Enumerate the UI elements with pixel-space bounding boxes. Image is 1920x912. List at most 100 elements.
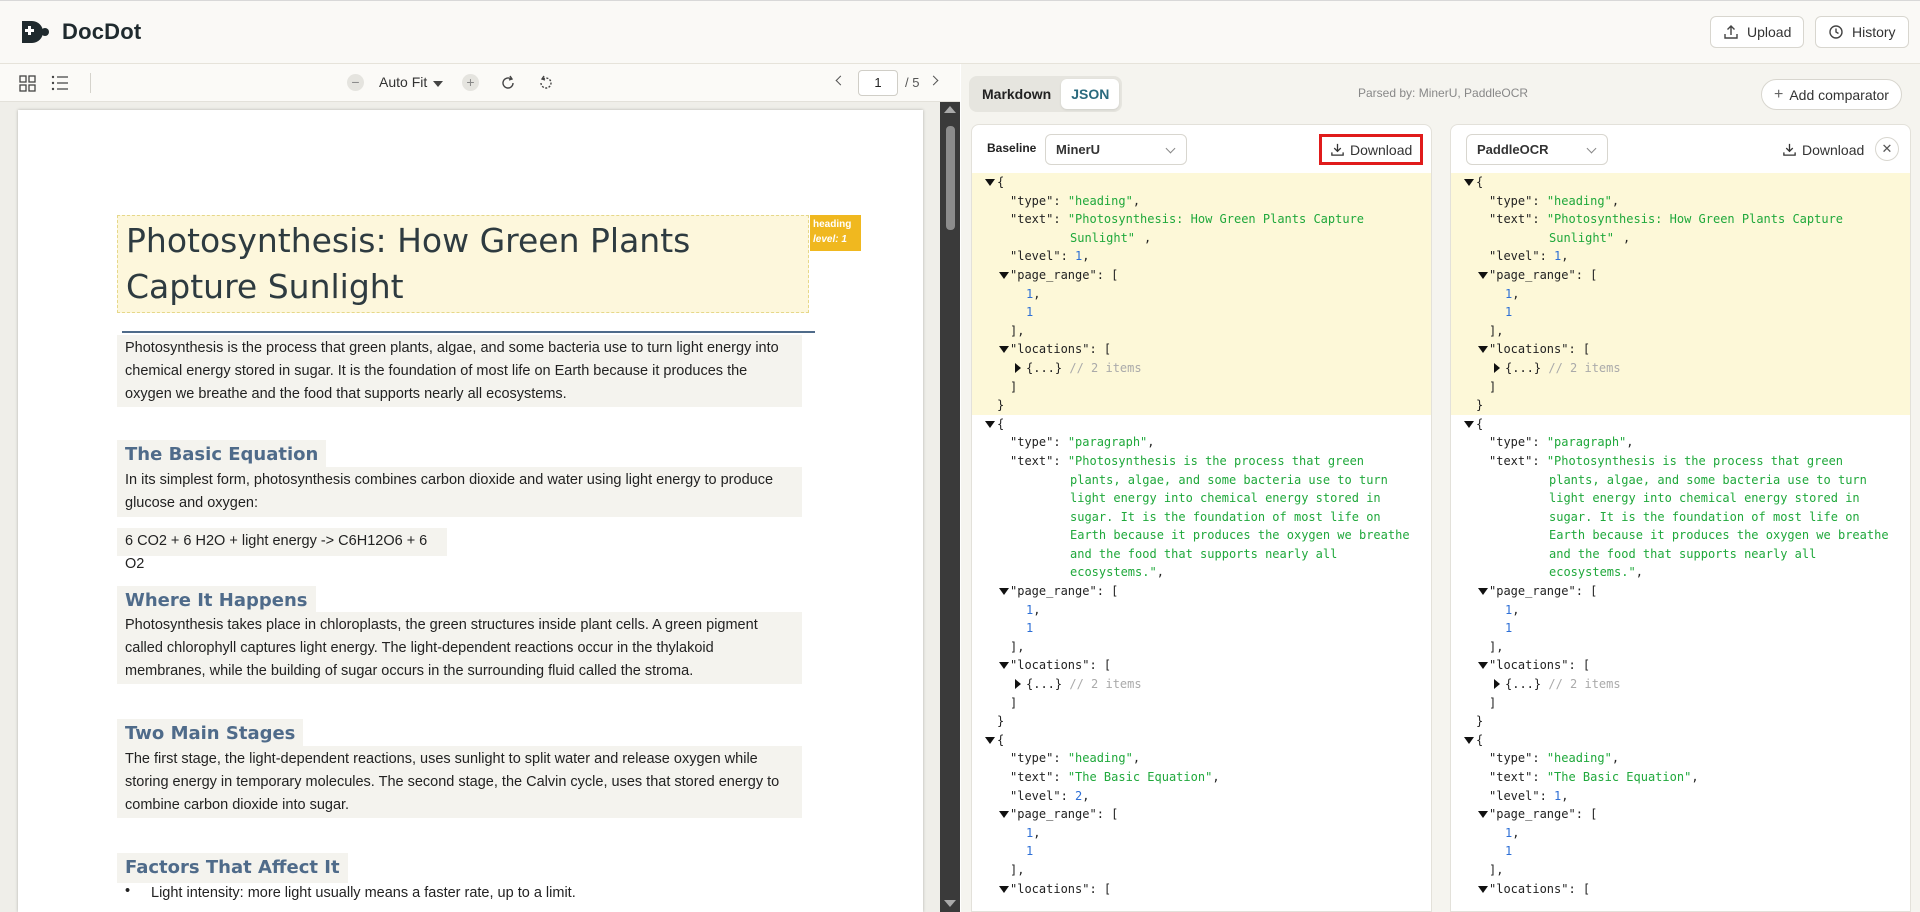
json-line: ], xyxy=(1489,862,1504,877)
json-line: ] xyxy=(1010,695,1018,710)
collapse-icon[interactable] xyxy=(999,811,1009,819)
json-line[interactable]: {...} // 2 items xyxy=(972,675,1431,694)
json-line[interactable]: "page_range": [ xyxy=(972,265,1431,285)
rotate-counterclockwise-icon[interactable] xyxy=(536,73,556,93)
json-line: ] xyxy=(972,377,1431,397)
page-total: / 5 xyxy=(905,75,920,90)
tab-markdown[interactable]: Markdown xyxy=(972,79,1061,109)
json-line: ], xyxy=(972,321,1431,341)
collapse-icon[interactable] xyxy=(999,346,1009,354)
collapse-icon[interactable] xyxy=(999,885,1009,893)
json-line[interactable]: "page_range": [ xyxy=(1451,582,1910,601)
expand-icon[interactable] xyxy=(1015,679,1021,690)
json-line[interactable]: {...} // 2 items xyxy=(1451,675,1910,694)
scrollbar-thumb[interactable] xyxy=(946,126,955,230)
json-line: Earth because it produces the oxygen we … xyxy=(1549,528,1889,543)
json-line: "level": 1, xyxy=(1451,247,1910,266)
json-line[interactable]: "page_range": [ xyxy=(972,582,1431,601)
baseline-label: Baseline xyxy=(987,141,1037,155)
equation-block[interactable]: 6 CO2 + 6 H2O + light energy -> C6H12O6 … xyxy=(117,528,447,572)
compare-pane: Markdown JSON Parsed by: MinerU, PaddleO… xyxy=(961,64,1920,912)
stages-paragraph[interactable]: The first stage, the light-dependent rea… xyxy=(117,746,802,818)
json-line[interactable]: { xyxy=(1451,415,1910,434)
json-line: 1 xyxy=(1505,621,1513,636)
collapse-icon[interactable] xyxy=(1478,271,1488,279)
collapse-icon[interactable] xyxy=(999,588,1009,596)
top-bar: DocDot Upload History xyxy=(0,0,1920,64)
baseline-parser-value: MinerU xyxy=(1056,142,1101,157)
json-line[interactable]: "locations": [ xyxy=(1451,880,1910,899)
collapse-icon[interactable] xyxy=(999,662,1009,670)
close-comparator-button[interactable]: ✕ xyxy=(1875,137,1899,161)
json-line[interactable]: { xyxy=(1451,173,1910,192)
heading-basic-equation[interactable]: The Basic Equation xyxy=(117,440,327,470)
zoom-dropdown-icon[interactable] xyxy=(433,81,443,87)
json-line: 1 xyxy=(1026,844,1034,859)
baseline-download-button[interactable]: Download xyxy=(1319,134,1424,165)
comparator-parser-select[interactable]: PaddleOCR xyxy=(1466,134,1608,165)
basic-equation-paragraph[interactable]: In its simplest form, photosynthesis com… xyxy=(117,467,802,517)
grid-view-icon[interactable] xyxy=(18,73,38,93)
collapse-icon[interactable] xyxy=(1478,811,1488,819)
json-line[interactable]: "locations": [ xyxy=(972,656,1431,675)
baseline-parser-select[interactable]: MinerU xyxy=(1045,134,1187,165)
json-line[interactable]: "locations": [ xyxy=(972,340,1431,359)
heading-factors[interactable]: Factors That Affect It xyxy=(117,853,348,883)
history-button[interactable]: History xyxy=(1815,16,1909,48)
json-line: "text": "Photosynthesis: How Green Plant… xyxy=(972,210,1431,229)
collapse-icon[interactable] xyxy=(1464,420,1474,428)
json-line[interactable]: "locations": [ xyxy=(972,880,1431,899)
expand-icon[interactable] xyxy=(1494,362,1500,373)
json-line[interactable]: {...} // 2 items xyxy=(1451,358,1910,378)
where-paragraph[interactable]: Photosynthesis takes place in chloroplas… xyxy=(117,612,802,684)
collapse-icon[interactable] xyxy=(999,271,1009,279)
collapse-icon[interactable] xyxy=(985,420,995,428)
add-comparator-button[interactable]: + Add comparator xyxy=(1761,79,1902,110)
expand-icon[interactable] xyxy=(1494,679,1500,690)
scroll-down-icon[interactable] xyxy=(944,900,956,907)
zoom-in-button[interactable]: + xyxy=(462,74,479,91)
heading-two-main-stages[interactable]: Two Main Stages xyxy=(117,719,304,749)
comparator-column-header: PaddleOCR Download ✕ xyxy=(1451,125,1910,173)
json-line[interactable]: "locations": [ xyxy=(1451,656,1910,675)
viewer-toolbar: − Auto Fit + 1 / 5 xyxy=(0,64,960,102)
collapse-icon[interactable] xyxy=(1478,346,1488,354)
tab-json[interactable]: JSON xyxy=(1061,79,1120,109)
next-page-icon[interactable] xyxy=(928,75,939,86)
list-view-icon[interactable] xyxy=(50,73,70,93)
scroll-up-icon[interactable] xyxy=(944,106,956,113)
json-line: "level": 2, xyxy=(1010,788,1090,803)
rotate-clockwise-icon[interactable] xyxy=(498,73,518,93)
json-line: 1 xyxy=(1505,844,1513,859)
collapse-icon[interactable] xyxy=(1478,885,1488,893)
json-line[interactable]: { xyxy=(1451,731,1910,750)
collapse-icon[interactable] xyxy=(1464,736,1474,744)
json-line[interactable]: { xyxy=(972,173,1431,192)
collapse-icon[interactable] xyxy=(1464,179,1474,186)
bullet-text: Light intensity: more light usually mean… xyxy=(151,885,576,901)
expand-icon[interactable] xyxy=(1015,362,1021,373)
upload-label: Upload xyxy=(1747,24,1792,40)
collapse-icon[interactable] xyxy=(1478,588,1488,596)
bullet-item[interactable]: • Light intensity: more light usually me… xyxy=(117,880,802,906)
logo[interactable]: DocDot xyxy=(20,19,141,45)
json-line[interactable]: {...} // 2 items xyxy=(972,358,1431,378)
collapse-icon[interactable] xyxy=(1478,662,1488,670)
json-line[interactable]: { xyxy=(972,415,1431,434)
upload-button[interactable]: Upload xyxy=(1710,16,1805,48)
page-number-input[interactable]: 1 xyxy=(858,70,898,96)
intro-paragraph[interactable]: Photosynthesis is the process that green… xyxy=(117,335,802,407)
comparator-download-button[interactable]: Download xyxy=(1774,134,1872,165)
zoom-out-button[interactable]: − xyxy=(347,74,364,91)
prev-page-icon[interactable] xyxy=(835,75,846,86)
collapse-icon[interactable] xyxy=(985,736,995,744)
json-line[interactable]: "page_range": [ xyxy=(1451,265,1910,285)
json-line[interactable]: "locations": [ xyxy=(1451,340,1910,359)
collapse-icon[interactable] xyxy=(985,179,995,186)
zoom-select[interactable]: Auto Fit xyxy=(379,74,427,90)
viewer-scrollbar[interactable] xyxy=(940,102,960,912)
json-line[interactable]: { xyxy=(972,731,1431,750)
doc-title-block[interactable]: Photosynthesis: How Green Plants Capture… xyxy=(117,215,809,313)
json-line[interactable]: "page_range": [ xyxy=(1451,805,1910,824)
json-line[interactable]: "page_range": [ xyxy=(972,805,1431,824)
